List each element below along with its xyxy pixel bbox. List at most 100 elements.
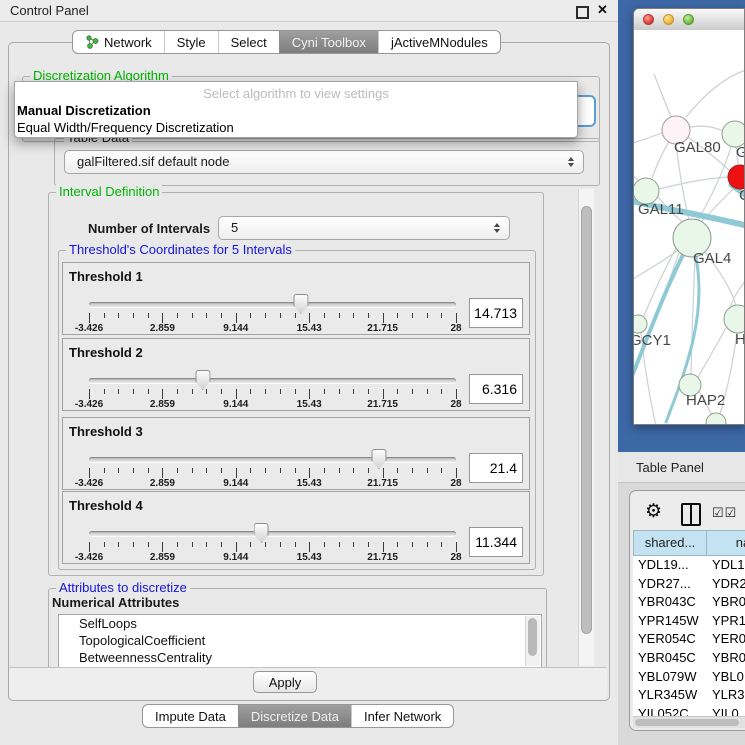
table-row[interactable]: YBL079WYBL0 (633, 668, 745, 687)
tick-mark (89, 313, 90, 323)
tick-mark (383, 313, 384, 323)
table-row[interactable]: YBR043CYBR0 (633, 593, 745, 612)
tab-network-label: Network (104, 35, 152, 50)
tick-mark (441, 468, 442, 473)
number-of-intervals-value: 5 (231, 220, 238, 235)
network-window-titlebar[interactable] (634, 9, 744, 31)
tick-mark (206, 468, 207, 473)
number-of-intervals-combobox[interactable]: 5 (218, 216, 510, 240)
slider-thumb[interactable] (195, 370, 210, 390)
slider-track[interactable] (89, 531, 456, 536)
threshold-2-slider[interactable] (89, 378, 456, 384)
tick-mark (118, 468, 119, 473)
scrollbar-thumb[interactable] (635, 719, 739, 726)
network-tree-icon (85, 35, 99, 49)
tab-style[interactable]: Style (164, 31, 218, 53)
table-row[interactable]: YPR145WYPR1 (633, 612, 745, 631)
tick-label: 15.43 (297, 323, 322, 334)
table-row[interactable]: YDR27...YDR2 (633, 575, 745, 594)
tick-mark (177, 542, 178, 547)
tick-mark (339, 542, 340, 547)
slider-thumb[interactable] (254, 523, 269, 543)
tick-mark (383, 542, 384, 552)
threshold-4-value-field[interactable]: 11.344 (469, 527, 523, 557)
numerical-attributes-list[interactable]: SelfLoops TopologicalCoefficient Between… (58, 614, 542, 668)
table-row[interactable]: YDL19...YDL1 (633, 556, 745, 575)
tick-label: 15.43 (297, 399, 322, 410)
close-traffic-light-icon[interactable] (643, 14, 654, 25)
panel-vertical-scrollbar[interactable] (578, 189, 594, 666)
column-header-name[interactable]: name (706, 530, 745, 556)
list-item[interactable]: BetweennessCentrality (59, 649, 541, 666)
threshold-1-value-field[interactable]: 14.713 (469, 298, 523, 328)
tick-mark (118, 313, 119, 318)
node-label-gal4: GAL4 (693, 250, 731, 267)
table-horizontal-scrollbar[interactable] (633, 716, 745, 728)
tab-impute-data[interactable]: Impute Data (143, 705, 238, 727)
table-row[interactable]: YBR045CYBR0 (633, 649, 745, 668)
tick-mark (162, 313, 163, 323)
tick-mark (412, 313, 413, 318)
tick-mark (441, 542, 442, 547)
close-icon[interactable]: ✕ (597, 2, 608, 18)
scrollbar-thumb[interactable] (581, 206, 592, 634)
tick-mark (324, 389, 325, 394)
column-header-shared[interactable]: shared... (633, 530, 707, 556)
network-view-window[interactable]: GAL80 GA C GAL11 GAL4 GCY1 H HAP2 (633, 8, 745, 425)
tab-cyni-toolbox[interactable]: Cyni Toolbox (279, 31, 378, 53)
tick-mark (192, 313, 193, 318)
scrollbar-thumb[interactable] (528, 618, 537, 656)
table-data-value: galFiltered.sif default node (77, 154, 229, 169)
slider-track[interactable] (89, 302, 456, 307)
tick-mark (89, 389, 90, 399)
threshold-1-slider[interactable] (89, 302, 456, 308)
slider-thumb[interactable] (371, 449, 386, 469)
tick-mark (309, 468, 310, 478)
list-item[interactable]: SelfLoops (59, 615, 541, 632)
tick-mark (177, 389, 178, 394)
threshold-4-panel: Threshold 4 -3.4262.8599.14415.4321.7152… (62, 491, 530, 564)
node-gcy1[interactable] (634, 315, 647, 333)
float-window-icon[interactable] (576, 6, 589, 19)
slider-track[interactable] (89, 457, 456, 462)
dropdown-option-equal-width[interactable]: Equal Width/Frequency Discretization (17, 120, 234, 135)
slider-thumb[interactable] (293, 294, 308, 314)
apply-button[interactable]: Apply (253, 671, 317, 693)
threshold-2-value-field[interactable]: 6.316 (469, 374, 523, 404)
table-row[interactable]: YIL052CYIL0 (633, 705, 745, 716)
select-columns-icon[interactable]: ☑☑ (712, 505, 737, 521)
tick-mark (339, 389, 340, 394)
tick-mark (133, 389, 134, 394)
tab-select[interactable]: Select (218, 31, 279, 53)
threshold-4-slider[interactable] (89, 531, 456, 537)
threshold-3-slider[interactable] (89, 457, 456, 463)
dropdown-option-manual[interactable]: Manual Discretization (17, 103, 151, 118)
tab-discretize-data[interactable]: Discretize Data (238, 705, 351, 727)
table-row[interactable]: YER054CYER0 (633, 630, 745, 649)
tab-infer-network[interactable]: Infer Network (351, 705, 453, 727)
tick-mark (250, 468, 251, 473)
tick-mark (427, 313, 428, 318)
node-table[interactable]: YDL19...YDL1 YDR27...YDR2 YBR043CYBR0 YP… (633, 556, 745, 716)
attributes-group-label: Attributes to discretize (56, 581, 190, 595)
minimize-traffic-light-icon[interactable] (663, 14, 674, 25)
table-data-combobox[interactable]: galFiltered.sif default node (64, 150, 584, 174)
network-canvas[interactable]: GAL80 GA C GAL11 GAL4 GCY1 H HAP2 (634, 30, 745, 425)
split-columns-icon[interactable] (681, 503, 701, 526)
slider-track[interactable] (89, 378, 456, 383)
zoom-traffic-light-icon[interactable] (683, 14, 694, 25)
tick-mark (89, 468, 90, 478)
slider-tick-labels: -3.4262.8599.14415.4321.71528 (89, 478, 456, 490)
tab-network[interactable]: Network (73, 31, 164, 53)
table-row[interactable]: YLR345WYLR3 (633, 686, 745, 705)
node-bottom-partial[interactable] (706, 413, 726, 425)
gear-icon[interactable]: ⚙ (645, 501, 662, 523)
tick-label: -3.426 (75, 552, 103, 563)
tab-jactivemnodules[interactable]: jActiveMNodules (378, 31, 500, 53)
list-scrollbar[interactable] (525, 616, 540, 666)
threshold-3-value-field[interactable]: 21.4 (469, 453, 523, 483)
list-item[interactable]: TopologicalCoefficient (59, 632, 541, 649)
node-right-mid[interactable] (724, 305, 745, 333)
tick-label: 28 (450, 399, 461, 410)
tick-mark (295, 468, 296, 473)
